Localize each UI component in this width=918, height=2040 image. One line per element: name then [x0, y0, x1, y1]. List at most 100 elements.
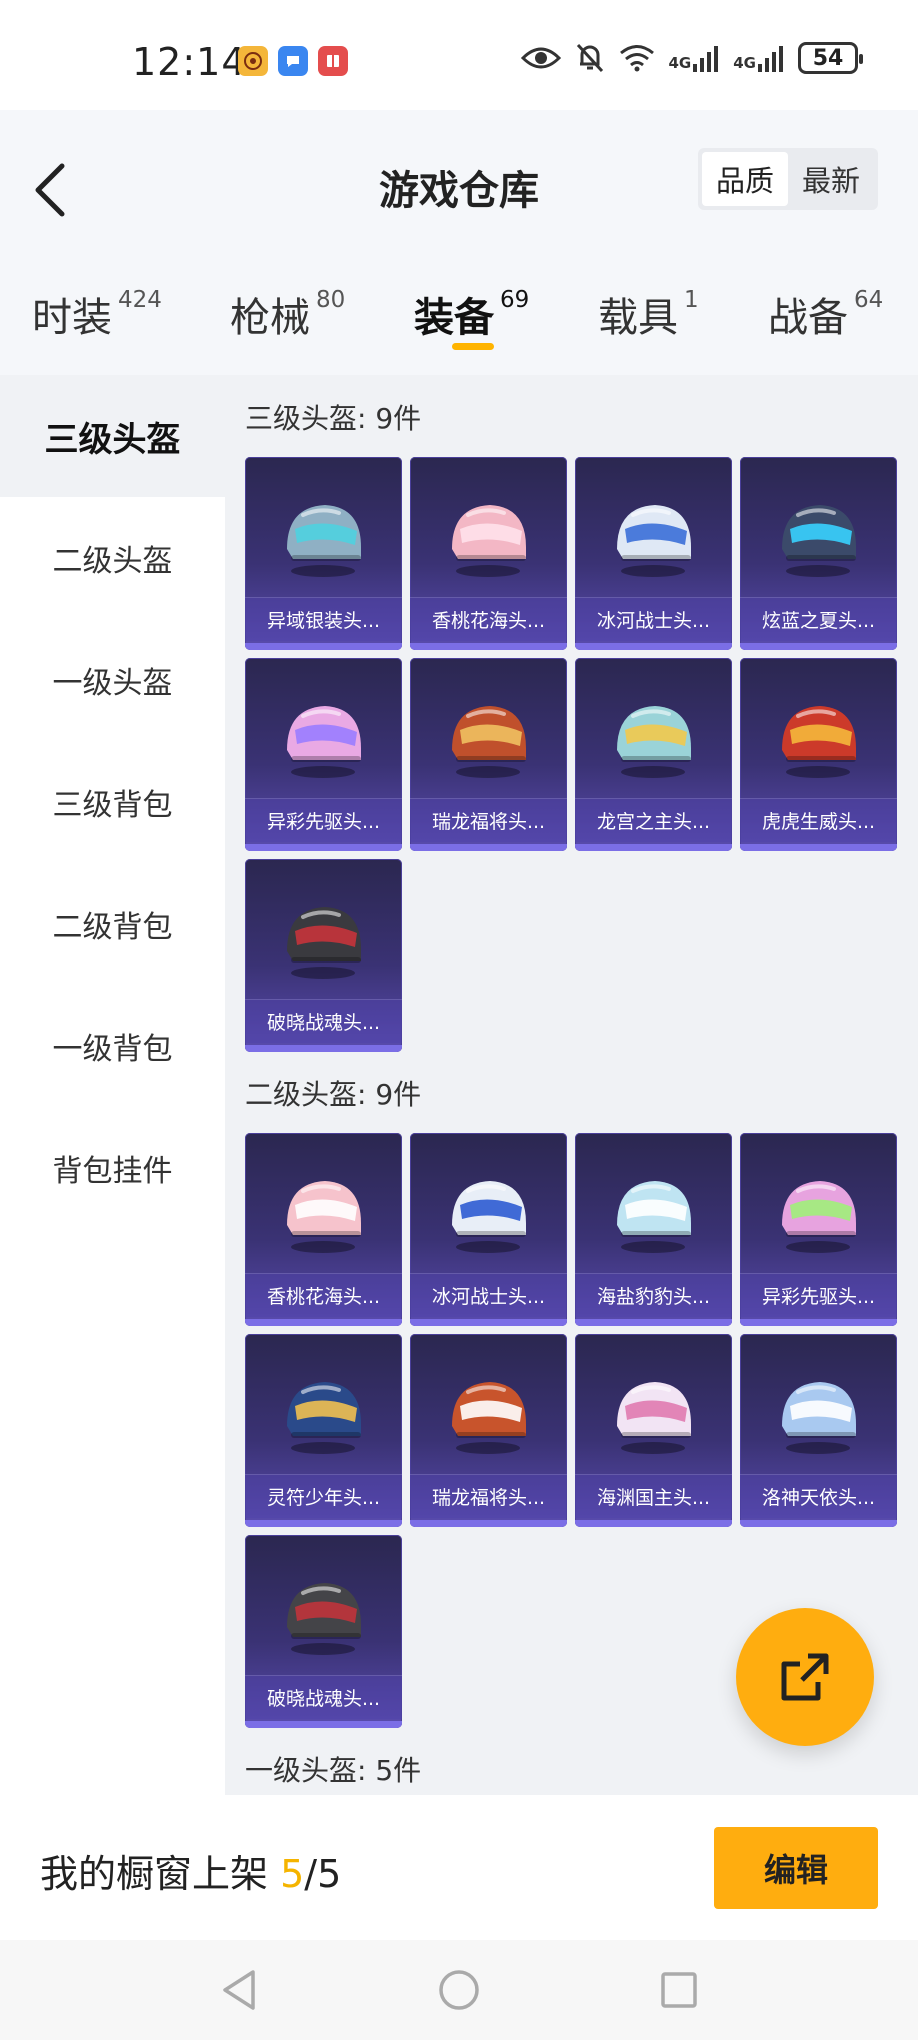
sidebar-item-level2-backpack[interactable]: 二级背包: [0, 863, 225, 985]
helmet-name: 异域银装头...: [245, 597, 402, 641]
showcase-separator: /: [304, 1852, 318, 1896]
tab-label: 装备: [414, 295, 494, 341]
nav-back-button[interactable]: [214, 1965, 264, 2015]
item-content[interactable]: 三级头盔: 9件 异域银装头... 香桃花海头... 冰河战士头... 炫蓝之夏头..…: [225, 375, 918, 1795]
helmet-card[interactable]: 海渊国主头...: [575, 1334, 732, 1527]
section-title: 三级头盔: 9件: [245, 402, 422, 435]
helmet-card[interactable]: 海盐豹豹头...: [575, 1133, 732, 1326]
tab-count: 424: [118, 287, 162, 313]
helmet-icon: [287, 706, 361, 778]
tab-vehicles[interactable]: 载具 1: [598, 285, 699, 343]
helmet-card[interactable]: 冰河战士头...: [575, 457, 732, 650]
helmet-name: 香桃花海头...: [410, 597, 567, 641]
tab-supplies[interactable]: 战备 64: [768, 285, 883, 343]
helmet-image: [603, 487, 703, 587]
page-header: 游戏仓库 品质 最新 时装 424 枪械 80 装备 69 载具 1 战备 64: [0, 110, 918, 375]
helmet-card[interactable]: 香桃花海头...: [410, 457, 567, 650]
sidebar-item-level3-helmet[interactable]: 三级头盔: [0, 375, 225, 497]
helmet-icon: [287, 505, 361, 577]
subcategory-sidebar: 三级头盔 二级头盔 一级头盔 三级背包 二级背包 一级背包 背包挂件: [0, 375, 225, 1795]
helmet-card[interactable]: 香桃花海头...: [245, 1133, 402, 1326]
helmet-icon: [617, 1181, 691, 1253]
battery-level: 54: [812, 45, 844, 71]
section-title: 二级头盔: 9件: [245, 1078, 422, 1111]
helmet-icon: [617, 1382, 691, 1454]
helmet-image: [273, 1163, 373, 1263]
helmet-image: [273, 1364, 373, 1464]
edit-button[interactable]: 编辑: [714, 1827, 878, 1909]
helmet-name: 异彩先驱头...: [245, 798, 402, 842]
helmet-card[interactable]: 龙宫之主头...: [575, 658, 732, 851]
item-grid: 异域银装头... 香桃花海头... 冰河战士头... 炫蓝之夏头... 异彩先驱头...…: [245, 457, 899, 1052]
battery-indicator: 54: [798, 42, 863, 74]
helmet-card[interactable]: 灵符少年头...: [245, 1334, 402, 1527]
signal-icon-1: 4G: [669, 44, 720, 72]
helmet-name: 冰河战士头...: [410, 1273, 567, 1317]
helmet-card[interactable]: 异彩先驱头...: [740, 1133, 897, 1326]
helmet-icon: [452, 505, 526, 577]
helmet-icon: [452, 1382, 526, 1454]
helmet-image: [768, 487, 868, 587]
share-button[interactable]: [736, 1608, 874, 1746]
helmet-image: [438, 1364, 538, 1464]
sidebar-item-level3-backpack[interactable]: 三级背包: [0, 741, 225, 863]
helmet-image: [603, 688, 703, 788]
helmet-name: 灵符少年头...: [245, 1474, 402, 1518]
sidebar-item-level1-helmet[interactable]: 一级头盔: [0, 619, 225, 741]
target-app-icon: [238, 46, 268, 76]
helmet-card[interactable]: 异彩先驱头...: [245, 658, 402, 851]
helmet-card[interactable]: 洛神天依头...: [740, 1334, 897, 1527]
tab-fashion[interactable]: 时装 424: [32, 285, 162, 343]
helmet-card[interactable]: 虎虎生威头...: [740, 658, 897, 851]
sidebar-item-level1-backpack[interactable]: 一级背包: [0, 985, 225, 1107]
helmet-card[interactable]: 瑞龙福将头...: [410, 658, 567, 851]
helmet-icon: [287, 1382, 361, 1454]
sort-by-newest-button[interactable]: 最新: [788, 152, 874, 206]
nav-home-button[interactable]: [434, 1965, 484, 2015]
system-icons: 4G 4G 54: [520, 42, 863, 74]
helmet-icon: [452, 1181, 526, 1253]
helmet-name: 瑞龙福将头...: [410, 1474, 567, 1518]
helmet-icon: [287, 1583, 361, 1655]
showcase-current-count: 5: [280, 1852, 305, 1896]
sort-toggle: 品质 最新: [698, 148, 878, 210]
helmet-name: 瑞龙福将头...: [410, 798, 567, 842]
tab-equipment[interactable]: 装备 69: [414, 285, 529, 343]
helmet-card[interactable]: 冰河战士头...: [410, 1133, 567, 1326]
signal-icon-2: 4G: [733, 44, 784, 72]
helmet-image: [438, 688, 538, 788]
helmet-name: 冰河战士头...: [575, 597, 732, 641]
helmet-card[interactable]: 异域银装头...: [245, 457, 402, 650]
helmet-name: 香桃花海头...: [245, 1273, 402, 1317]
eye-icon: [520, 47, 561, 69]
tab-label: 枪械: [230, 295, 310, 341]
showcase-text: 我的橱窗上架: [40, 1852, 281, 1896]
triangle-back-icon: [223, 1970, 255, 2010]
book-app-icon: [318, 46, 348, 76]
status-time: 12:14: [132, 40, 247, 84]
helmet-card[interactable]: 破晓战魂头...: [245, 1535, 402, 1728]
sort-by-quality-button[interactable]: 品质: [702, 152, 788, 206]
tab-count: 80: [316, 287, 346, 313]
helmet-image: [768, 1163, 868, 1263]
helmet-image: [768, 1364, 868, 1464]
helmet-image: [273, 487, 373, 587]
helmet-card[interactable]: 破晓战魂头...: [245, 859, 402, 1052]
helmet-icon: [782, 505, 856, 577]
showcase-label: 我的橱窗上架 5/5: [40, 1843, 341, 1898]
network-type-label: 4G: [733, 54, 756, 72]
helmet-card[interactable]: 瑞龙福将头...: [410, 1334, 567, 1527]
tab-guns[interactable]: 枪械 80: [230, 285, 345, 343]
nav-recents-button[interactable]: [654, 1965, 704, 2015]
helmet-icon: [782, 706, 856, 778]
sidebar-item-backpack-charm[interactable]: 背包挂件: [0, 1107, 225, 1229]
helmet-name: 炫蓝之夏头...: [740, 597, 897, 641]
helmet-icon: [782, 1181, 856, 1253]
helmet-name: 异彩先驱头...: [740, 1273, 897, 1317]
showcase-bar: 我的橱窗上架 5/5 编辑: [0, 1795, 918, 1940]
helmet-name: 破晓战魂头...: [245, 1675, 402, 1719]
helmet-icon: [287, 1181, 361, 1253]
helmet-icon: [287, 907, 361, 979]
sidebar-item-level2-helmet[interactable]: 二级头盔: [0, 497, 225, 619]
helmet-card[interactable]: 炫蓝之夏头...: [740, 457, 897, 650]
